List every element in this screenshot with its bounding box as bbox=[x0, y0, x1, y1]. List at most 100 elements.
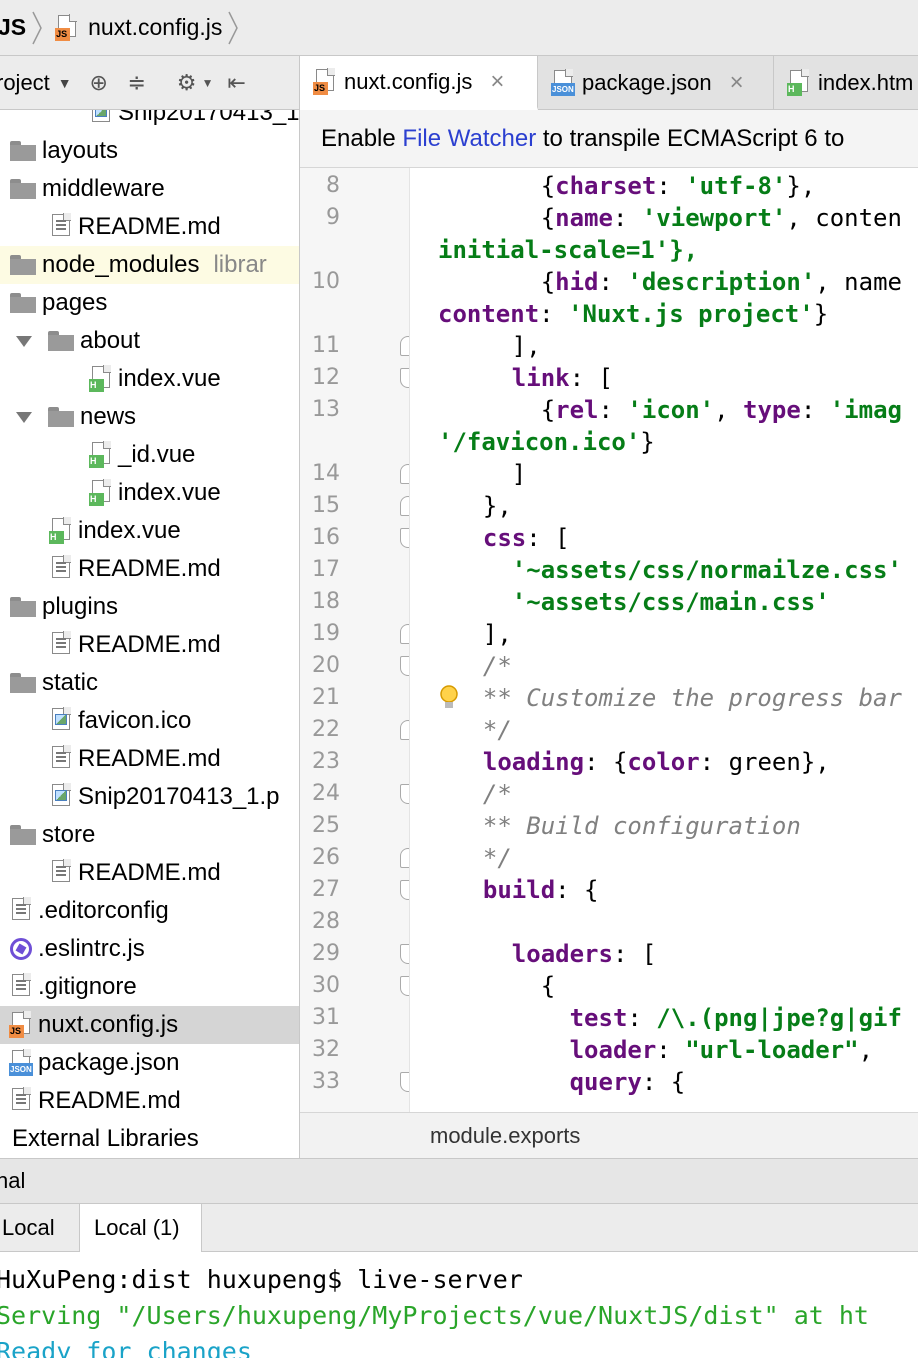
tree-item[interactable]: .editorconfig bbox=[0, 892, 299, 930]
vue-file-icon: H bbox=[89, 365, 112, 392]
tree-item[interactable]: node_modules librar bbox=[0, 246, 299, 284]
fold-marker-icon[interactable] bbox=[400, 880, 409, 900]
line-number: 13 bbox=[312, 397, 340, 422]
chevron-down-icon[interactable]: ▼ bbox=[202, 76, 214, 90]
terminal-title-bar: nal bbox=[0, 1158, 918, 1204]
code-editor[interactable]: {charset: 'utf-8'}, {name: 'viewport', c… bbox=[410, 168, 918, 1112]
line-number: 27 bbox=[312, 877, 340, 902]
hide-panel-icon[interactable]: ⇤ bbox=[222, 68, 252, 98]
tree-item[interactable]: news bbox=[0, 398, 299, 436]
fold-marker-icon[interactable] bbox=[400, 944, 409, 964]
vue-file-icon: H bbox=[89, 441, 112, 468]
code-line: ** Customize the progress bar bbox=[454, 684, 902, 712]
tree-item[interactable]: static bbox=[0, 664, 299, 702]
terminal-tab-label: Local (1) bbox=[94, 1215, 180, 1240]
tree-item[interactable]: External Libraries bbox=[0, 1120, 299, 1158]
line-number: 14 bbox=[312, 461, 340, 486]
fold-marker-icon[interactable] bbox=[400, 528, 409, 548]
fold-marker-icon[interactable] bbox=[400, 624, 409, 644]
fold-marker-icon[interactable] bbox=[400, 784, 409, 804]
terminal-tabs: Local Local (1) bbox=[0, 1204, 918, 1252]
close-icon[interactable]: × bbox=[730, 69, 744, 97]
code-line: ], bbox=[454, 332, 541, 360]
scroll-from-source-icon[interactable]: ⊕ bbox=[84, 68, 114, 98]
fold-marker-icon[interactable] bbox=[400, 720, 409, 740]
tree-item-label: nuxt.config.js bbox=[38, 1011, 179, 1038]
line-number: 29 bbox=[312, 941, 340, 966]
tree-item-label: about bbox=[80, 327, 141, 354]
fold-marker-icon[interactable] bbox=[400, 368, 409, 388]
editor-gutter: 8 9 10 11 12 13 14 15 16 17 18 19 20 21 22 23 24 25 26 27 28… bbox=[300, 168, 410, 1112]
json-file-icon: JSON bbox=[551, 69, 575, 96]
fold-marker-icon[interactable] bbox=[400, 976, 409, 996]
expand-arrow-icon[interactable] bbox=[16, 335, 32, 347]
image-file-icon bbox=[90, 110, 112, 126]
expand-arrow-icon[interactable] bbox=[16, 411, 32, 423]
tree-item[interactable]: README.md bbox=[0, 854, 299, 892]
tree-item[interactable]: about bbox=[0, 322, 299, 360]
text-file-icon bbox=[50, 631, 72, 658]
line-number: 31 bbox=[312, 1005, 340, 1030]
tree-item[interactable]: plugins bbox=[0, 588, 299, 626]
notice-text-before: Enable bbox=[321, 124, 403, 152]
project-view-selector[interactable]: roject ▼ bbox=[0, 70, 72, 96]
editor-tabs: JS nuxt.config.js × JSON package.json × … bbox=[300, 56, 918, 110]
tree-item[interactable]: H _id.vue bbox=[0, 436, 299, 474]
code-line: ] bbox=[454, 460, 527, 488]
folder-icon bbox=[10, 597, 36, 617]
tree-item[interactable]: README.md bbox=[0, 550, 299, 588]
tree-item[interactable]: README.md bbox=[0, 740, 299, 778]
terminal-line: HuXuPeng:dist huxupeng$ live-server bbox=[0, 1265, 523, 1294]
tab-package-json[interactable]: JSON package.json × bbox=[538, 56, 774, 110]
terminal-tab-local-1[interactable]: Local (1) bbox=[80, 1204, 202, 1252]
tree-item[interactable]: .gitignore bbox=[0, 968, 299, 1006]
tab-nuxt-config[interactable]: JS nuxt.config.js × bbox=[300, 56, 538, 110]
gear-icon[interactable]: ⚙ bbox=[172, 68, 202, 98]
breadcrumb-file[interactable]: JS nuxt.config.js bbox=[55, 0, 222, 56]
fold-marker-icon[interactable] bbox=[400, 656, 409, 676]
tree-item[interactable]: Hindex.vue bbox=[0, 474, 299, 512]
breadcrumb-project[interactable]: JS bbox=[0, 0, 26, 56]
tree-item[interactable]: middleware bbox=[0, 170, 299, 208]
file-watcher-link[interactable]: File Watcher bbox=[402, 125, 536, 153]
terminal-output[interactable]: HuXuPeng:dist huxupeng$ live-server Servi… bbox=[0, 1252, 918, 1358]
close-icon[interactable]: × bbox=[490, 68, 504, 96]
tree-item[interactable]: pages bbox=[0, 284, 299, 322]
text-file-icon bbox=[10, 1087, 32, 1114]
terminal-tab-local[interactable]: Local bbox=[0, 1204, 80, 1252]
fold-marker-icon[interactable] bbox=[400, 1072, 409, 1092]
code-line: }, bbox=[454, 492, 512, 520]
lightbulb-icon[interactable] bbox=[438, 684, 460, 712]
tree-item[interactable]: layouts bbox=[0, 132, 299, 170]
tree-item-label: index.vue bbox=[118, 479, 221, 506]
tree-item[interactable]: favicon.ico bbox=[0, 702, 299, 740]
fold-marker-icon[interactable] bbox=[400, 464, 409, 484]
line-number: 22 bbox=[312, 717, 340, 742]
tree-item[interactable]: Hindex.vue bbox=[0, 512, 299, 550]
tree-item[interactable]: Hindex.vue bbox=[0, 360, 299, 398]
tab-index-html[interactable]: H index.htm bbox=[774, 56, 918, 110]
folder-icon bbox=[48, 331, 74, 351]
collapse-all-icon[interactable]: ≑ bbox=[122, 68, 152, 98]
tree-item[interactable]: JS nuxt.config.js bbox=[0, 1006, 299, 1044]
line-number: 17 bbox=[312, 557, 340, 582]
tree-item-label: README.md bbox=[78, 213, 221, 240]
code-line: initial-scale=1'}, bbox=[438, 236, 699, 264]
chevron-down-icon: ▼ bbox=[57, 74, 72, 91]
tree-item[interactable]: JSON package.json bbox=[0, 1044, 299, 1082]
tree-item-label: index.vue bbox=[118, 365, 221, 392]
code-line: loading: {color: green}, bbox=[482, 748, 830, 776]
tree-item-label: README.md bbox=[38, 1087, 181, 1114]
tree-item[interactable]: Snip20170413_1.p bbox=[0, 778, 299, 816]
tree-item[interactable]: Snip20170413_1.p bbox=[0, 110, 299, 132]
tree-item[interactable]: store bbox=[0, 816, 299, 854]
editor-breadcrumb[interactable]: module.exports bbox=[300, 1112, 918, 1158]
tree-item[interactable]: README.md bbox=[0, 1082, 299, 1120]
fold-marker-icon[interactable] bbox=[400, 336, 409, 356]
tree-item[interactable]: README.md bbox=[0, 208, 299, 246]
fold-marker-icon[interactable] bbox=[400, 496, 409, 516]
fold-marker-icon[interactable] bbox=[400, 848, 409, 868]
tree-item[interactable]: README.md bbox=[0, 626, 299, 664]
tree-item[interactable]: .eslintrc.js bbox=[0, 930, 299, 968]
text-file-icon bbox=[50, 859, 72, 886]
